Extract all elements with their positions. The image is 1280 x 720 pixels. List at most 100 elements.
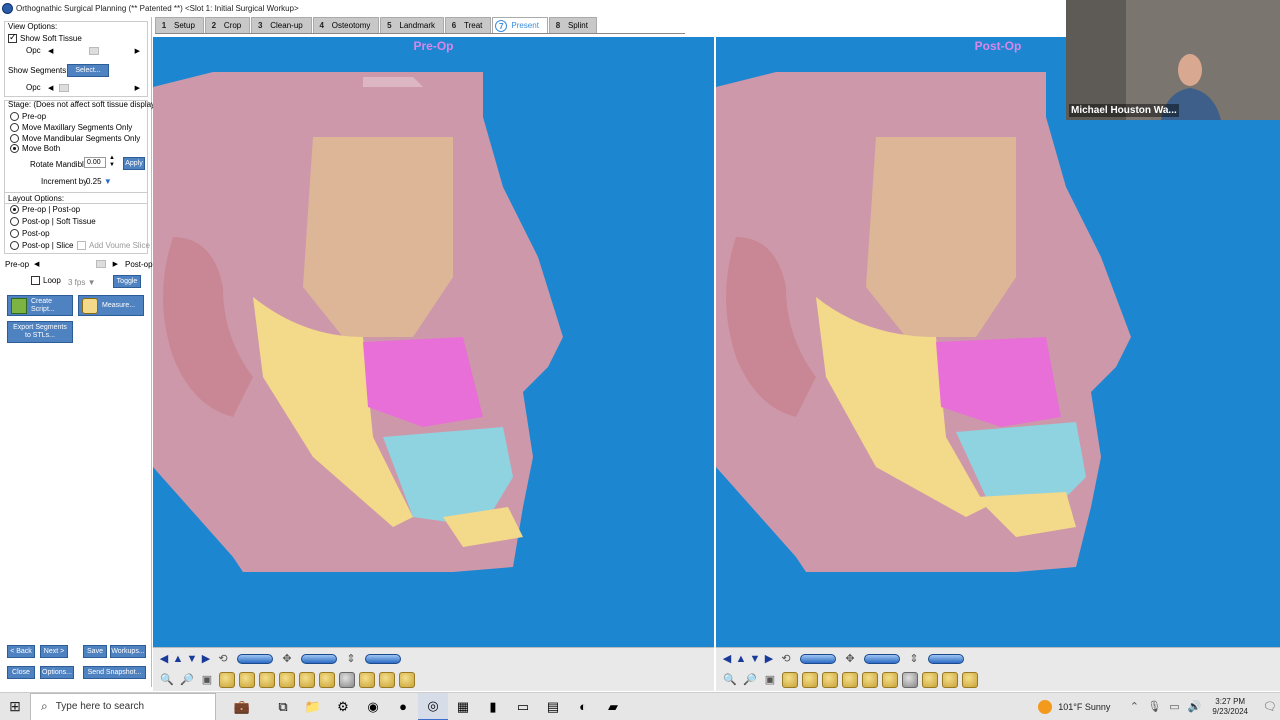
slider-thumb[interactable] — [96, 260, 106, 268]
soft-tissue-opacity-slider[interactable]: ◀ ▶ — [48, 47, 140, 55]
tab-present[interactable]: 7 Present — [492, 17, 548, 33]
tab-treat[interactable]: 6 Treat — [444, 17, 492, 33]
select-segments-button[interactable]: Select... — [67, 64, 109, 77]
rotate-mandible-input[interactable]: 0.00 — [84, 157, 106, 168]
postop-viewport[interactable]: Post-Op — [716, 37, 1280, 647]
windows-start-icon[interactable]: ⊞ — [0, 698, 30, 715]
tab-setup[interactable]: 1 Setup — [155, 17, 204, 33]
stage-radio-maxillary[interactable]: Move Maxillary Segments Only — [10, 123, 132, 133]
tab-osteotomy[interactable]: 4 Osteotomy — [312, 17, 380, 33]
create-script-button[interactable]: Create Script... — [7, 295, 73, 316]
rotate-down-arrow-icon[interactable]: ▼ — [185, 653, 199, 665]
remote-desktop-icon[interactable]: ▭ — [508, 693, 538, 720]
tab-landmark[interactable]: 5 Landmark — [380, 17, 444, 33]
stage-radio-move-both[interactable]: Move Both — [10, 144, 60, 154]
layout-radio-preop-postop[interactable]: Pre-op | Post-op — [10, 205, 80, 215]
slider-thumb[interactable] — [59, 84, 69, 92]
apply-button[interactable]: Apply — [123, 157, 145, 170]
task-view-icon[interactable]: ⧉ — [268, 693, 298, 720]
zoom-slider[interactable] — [365, 654, 401, 664]
show-soft-tissue-checkbox[interactable]: Show Soft Tissue — [8, 32, 82, 44]
stage-radio-preop[interactable]: Pre-op — [10, 112, 46, 122]
layout-radio-postop-soft-tissue[interactable]: Post-op | Soft Tissue — [10, 217, 96, 227]
zoom-out-icon[interactable]: 🔎 — [180, 673, 194, 687]
next-button[interactable]: Next > — [40, 645, 68, 658]
view-back-icon[interactable] — [842, 672, 858, 688]
pan-slider[interactable] — [864, 654, 900, 664]
view-top-icon[interactable] — [299, 672, 315, 688]
view-left-icon[interactable] — [239, 672, 255, 688]
tab-crop[interactable]: 2 Crop — [204, 17, 251, 33]
view-iso-2-icon[interactable] — [922, 672, 938, 688]
export-segments-button[interactable]: Export Segments to STLs... — [7, 321, 73, 343]
loop-checkbox[interactable]: Loop — [31, 276, 61, 286]
microphone-icon[interactable]: 🎙 — [1147, 700, 1161, 714]
grid-app-icon[interactable]: ▦ — [448, 693, 478, 720]
view-bottom-icon[interactable] — [882, 672, 898, 688]
toggle-button[interactable]: Toggle — [113, 275, 141, 288]
weather-widget[interactable]: 101°F Sunny — [1038, 700, 1110, 714]
options-button[interactable]: Options... — [40, 666, 74, 679]
tab-splint[interactable]: 8 Splint — [548, 17, 597, 33]
zoom-in-icon[interactable]: 🔍 — [160, 673, 174, 687]
layout-radio-postop[interactable]: Post-op — [10, 229, 50, 239]
surgical-planning-app-icon[interactable]: ◎ — [418, 692, 448, 720]
close-button[interactable]: Close — [7, 666, 35, 679]
view-left-icon[interactable] — [802, 672, 818, 688]
zoom-in-icon[interactable]: 🔍 — [723, 673, 737, 687]
increment-select[interactable]: 0.25 ▼ — [86, 177, 112, 186]
view-iso-4-icon[interactable] — [962, 672, 978, 688]
chevron-up-icon[interactable]: ⌃ — [1127, 700, 1141, 714]
view-iso-icon[interactable] — [902, 672, 918, 688]
layout-radio-postop-slice[interactable]: Post-op | Slice — [10, 241, 73, 251]
rotate-left-arrow-icon[interactable]: ◀ — [157, 653, 171, 665]
file-explorer-icon[interactable]: 📁 — [298, 693, 328, 720]
pan-slider[interactable] — [301, 654, 337, 664]
preop-viewport[interactable]: Pre-Op — [153, 37, 714, 647]
slider-thumb[interactable] — [89, 47, 99, 55]
zoom-icon[interactable]: ⇕ — [344, 652, 358, 666]
app-icon[interactable]: ⚙ — [328, 693, 358, 720]
send-snapshot-button[interactable]: Send Snapshot... — [83, 666, 146, 679]
zoom-out-icon[interactable]: 🔎 — [743, 673, 757, 687]
excel-icon[interactable]: ▤ — [538, 693, 568, 720]
view-bottom-icon[interactable] — [319, 672, 335, 688]
network-icon[interactable]: ▭ — [1167, 700, 1181, 714]
stage-radio-mandibular[interactable]: Move Mandibular Segments Only — [10, 134, 140, 144]
view-top-icon[interactable] — [862, 672, 878, 688]
view-front-icon[interactable] — [219, 672, 235, 688]
rotate-spinner-icon[interactable]: ▲ ▼ — [109, 155, 115, 169]
add-volume-slice-checkbox[interactable]: Add Voume Slice — [77, 241, 150, 251]
briefcase-app-icon[interactable]: 💼 — [216, 693, 268, 720]
clock[interactable]: 3:27 PM 9/23/2024 — [1212, 697, 1248, 717]
rotation-slider[interactable] — [800, 654, 836, 664]
notification-icon[interactable]: 🗨 — [1263, 700, 1277, 714]
rotate-up-arrow-icon[interactable]: ▲ — [171, 653, 185, 665]
rotate-down-arrow-icon[interactable]: ▼ — [748, 653, 762, 665]
chrome-icon[interactable]: ◉ — [358, 693, 388, 720]
view-iso-3-icon[interactable] — [942, 672, 958, 688]
measure-button[interactable]: Measure... — [78, 295, 144, 316]
fps-select[interactable]: 3 fps ▼ — [68, 278, 96, 287]
sticky-notes-icon[interactable]: ▮ — [478, 693, 508, 720]
copilot-icon[interactable]: ◐ — [568, 693, 598, 720]
zoom-icon[interactable]: ⇕ — [907, 652, 921, 666]
taskbar-search-box[interactable]: ⌕ Type here to search — [30, 692, 216, 720]
rotate-left-arrow-icon[interactable]: ◀ — [720, 653, 734, 665]
fit-view-icon[interactable]: ▣ — [763, 673, 777, 687]
workups-button[interactable]: Workups... — [110, 645, 146, 658]
zoom-slider[interactable] — [928, 654, 964, 664]
pan-icon[interactable]: ✥ — [280, 652, 294, 666]
volume-icon[interactable]: 🔊 — [1187, 700, 1202, 714]
rotate-right-arrow-icon[interactable]: ▶ — [762, 653, 776, 665]
fit-view-icon[interactable]: ▣ — [200, 673, 214, 687]
spin-icon[interactable]: ⟲ — [216, 652, 230, 666]
view-back-icon[interactable] — [279, 672, 295, 688]
save-button[interactable]: Save — [83, 645, 107, 658]
zoom-app-icon[interactable]: ▰ — [598, 693, 628, 720]
view-iso-3-icon[interactable] — [379, 672, 395, 688]
rotation-slider[interactable] — [237, 654, 273, 664]
view-iso-icon[interactable] — [339, 672, 355, 688]
view-iso-2-icon[interactable] — [359, 672, 375, 688]
view-front-icon[interactable] — [782, 672, 798, 688]
